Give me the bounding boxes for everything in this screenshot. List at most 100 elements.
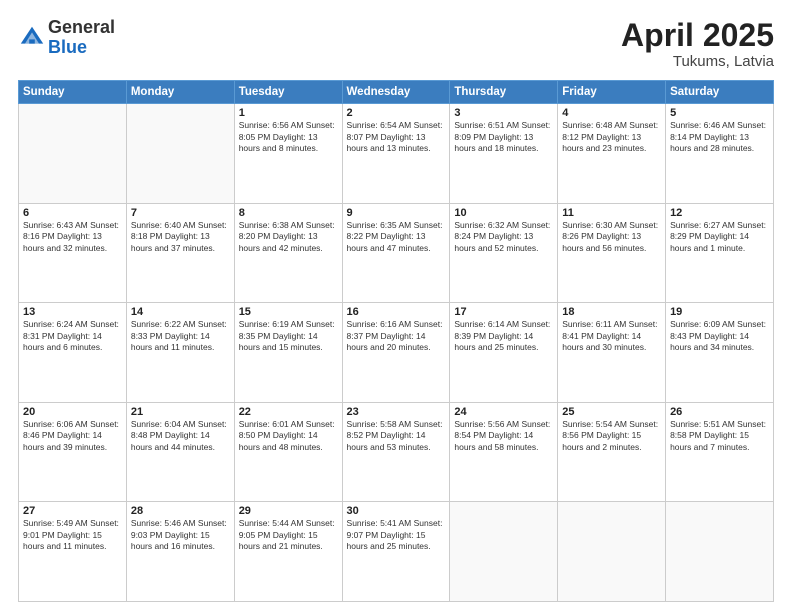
day-number: 11 <box>562 207 661 219</box>
day-info: Sunrise: 6:16 AM Sunset: 8:37 PM Dayligh… <box>347 319 446 353</box>
day-number: 3 <box>454 107 553 119</box>
weekday-header: Saturday <box>666 81 774 104</box>
logo-blue: Blue <box>48 38 115 58</box>
day-info: Sunrise: 6:19 AM Sunset: 8:35 PM Dayligh… <box>239 319 338 353</box>
day-number: 4 <box>562 107 661 119</box>
day-info: Sunrise: 6:43 AM Sunset: 8:16 PM Dayligh… <box>23 220 122 254</box>
day-info: Sunrise: 5:56 AM Sunset: 8:54 PM Dayligh… <box>454 419 553 453</box>
calendar-cell: 13Sunrise: 6:24 AM Sunset: 8:31 PM Dayli… <box>19 303 127 403</box>
calendar: SundayMondayTuesdayWednesdayThursdayFrid… <box>18 80 774 602</box>
calendar-week-row: 27Sunrise: 5:49 AM Sunset: 9:01 PM Dayli… <box>19 502 774 602</box>
page: General Blue April 2025 Tukums, Latvia S… <box>0 0 792 612</box>
day-info: Sunrise: 5:46 AM Sunset: 9:03 PM Dayligh… <box>131 518 230 552</box>
calendar-cell <box>450 502 558 602</box>
day-number: 17 <box>454 306 553 318</box>
weekday-header: Thursday <box>450 81 558 104</box>
day-info: Sunrise: 6:54 AM Sunset: 8:07 PM Dayligh… <box>347 120 446 154</box>
day-info: Sunrise: 6:56 AM Sunset: 8:05 PM Dayligh… <box>239 120 338 154</box>
month-year: April 2025 <box>621 18 774 53</box>
calendar-week-row: 13Sunrise: 6:24 AM Sunset: 8:31 PM Dayli… <box>19 303 774 403</box>
day-info: Sunrise: 6:48 AM Sunset: 8:12 PM Dayligh… <box>562 120 661 154</box>
day-number: 8 <box>239 207 338 219</box>
calendar-cell: 1Sunrise: 6:56 AM Sunset: 8:05 PM Daylig… <box>234 104 342 204</box>
day-info: Sunrise: 6:27 AM Sunset: 8:29 PM Dayligh… <box>670 220 769 254</box>
day-number: 10 <box>454 207 553 219</box>
day-number: 1 <box>239 107 338 119</box>
day-number: 25 <box>562 406 661 418</box>
header: General Blue April 2025 Tukums, Latvia <box>18 18 774 70</box>
calendar-cell <box>666 502 774 602</box>
calendar-cell: 6Sunrise: 6:43 AM Sunset: 8:16 PM Daylig… <box>19 203 127 303</box>
calendar-cell <box>126 104 234 204</box>
weekday-header: Monday <box>126 81 234 104</box>
day-number: 20 <box>23 406 122 418</box>
calendar-cell: 12Sunrise: 6:27 AM Sunset: 8:29 PM Dayli… <box>666 203 774 303</box>
calendar-cell: 10Sunrise: 6:32 AM Sunset: 8:24 PM Dayli… <box>450 203 558 303</box>
day-number: 7 <box>131 207 230 219</box>
day-info: Sunrise: 5:41 AM Sunset: 9:07 PM Dayligh… <box>347 518 446 552</box>
calendar-week-row: 20Sunrise: 6:06 AM Sunset: 8:46 PM Dayli… <box>19 402 774 502</box>
day-info: Sunrise: 6:11 AM Sunset: 8:41 PM Dayligh… <box>562 319 661 353</box>
day-number: 28 <box>131 505 230 517</box>
calendar-cell: 27Sunrise: 5:49 AM Sunset: 9:01 PM Dayli… <box>19 502 127 602</box>
calendar-cell: 30Sunrise: 5:41 AM Sunset: 9:07 PM Dayli… <box>342 502 450 602</box>
weekday-header: Wednesday <box>342 81 450 104</box>
calendar-cell: 4Sunrise: 6:48 AM Sunset: 8:12 PM Daylig… <box>558 104 666 204</box>
calendar-cell: 14Sunrise: 6:22 AM Sunset: 8:33 PM Dayli… <box>126 303 234 403</box>
day-info: Sunrise: 5:58 AM Sunset: 8:52 PM Dayligh… <box>347 419 446 453</box>
day-number: 19 <box>670 306 769 318</box>
day-number: 6 <box>23 207 122 219</box>
day-info: Sunrise: 6:40 AM Sunset: 8:18 PM Dayligh… <box>131 220 230 254</box>
day-info: Sunrise: 6:14 AM Sunset: 8:39 PM Dayligh… <box>454 319 553 353</box>
calendar-header-row: SundayMondayTuesdayWednesdayThursdayFrid… <box>19 81 774 104</box>
day-number: 26 <box>670 406 769 418</box>
calendar-cell <box>19 104 127 204</box>
calendar-cell: 25Sunrise: 5:54 AM Sunset: 8:56 PM Dayli… <box>558 402 666 502</box>
day-number: 23 <box>347 406 446 418</box>
location: Tukums, Latvia <box>621 53 774 70</box>
calendar-cell: 20Sunrise: 6:06 AM Sunset: 8:46 PM Dayli… <box>19 402 127 502</box>
day-info: Sunrise: 5:49 AM Sunset: 9:01 PM Dayligh… <box>23 518 122 552</box>
day-info: Sunrise: 6:51 AM Sunset: 8:09 PM Dayligh… <box>454 120 553 154</box>
logo-general: General <box>48 18 115 38</box>
calendar-cell: 2Sunrise: 6:54 AM Sunset: 8:07 PM Daylig… <box>342 104 450 204</box>
day-info: Sunrise: 6:09 AM Sunset: 8:43 PM Dayligh… <box>670 319 769 353</box>
calendar-cell: 23Sunrise: 5:58 AM Sunset: 8:52 PM Dayli… <box>342 402 450 502</box>
title-block: April 2025 Tukums, Latvia <box>621 18 774 70</box>
weekday-header: Friday <box>558 81 666 104</box>
calendar-cell: 18Sunrise: 6:11 AM Sunset: 8:41 PM Dayli… <box>558 303 666 403</box>
calendar-week-row: 6Sunrise: 6:43 AM Sunset: 8:16 PM Daylig… <box>19 203 774 303</box>
day-number: 13 <box>23 306 122 318</box>
calendar-cell: 5Sunrise: 6:46 AM Sunset: 8:14 PM Daylig… <box>666 104 774 204</box>
day-info: Sunrise: 5:44 AM Sunset: 9:05 PM Dayligh… <box>239 518 338 552</box>
calendar-cell: 26Sunrise: 5:51 AM Sunset: 8:58 PM Dayli… <box>666 402 774 502</box>
calendar-cell: 21Sunrise: 6:04 AM Sunset: 8:48 PM Dayli… <box>126 402 234 502</box>
calendar-cell: 28Sunrise: 5:46 AM Sunset: 9:03 PM Dayli… <box>126 502 234 602</box>
day-number: 9 <box>347 207 446 219</box>
weekday-header: Tuesday <box>234 81 342 104</box>
day-info: Sunrise: 6:04 AM Sunset: 8:48 PM Dayligh… <box>131 419 230 453</box>
day-number: 27 <box>23 505 122 517</box>
calendar-cell: 24Sunrise: 5:56 AM Sunset: 8:54 PM Dayli… <box>450 402 558 502</box>
calendar-cell: 22Sunrise: 6:01 AM Sunset: 8:50 PM Dayli… <box>234 402 342 502</box>
calendar-cell: 17Sunrise: 6:14 AM Sunset: 8:39 PM Dayli… <box>450 303 558 403</box>
calendar-cell: 29Sunrise: 5:44 AM Sunset: 9:05 PM Dayli… <box>234 502 342 602</box>
day-info: Sunrise: 6:22 AM Sunset: 8:33 PM Dayligh… <box>131 319 230 353</box>
day-number: 24 <box>454 406 553 418</box>
calendar-week-row: 1Sunrise: 6:56 AM Sunset: 8:05 PM Daylig… <box>19 104 774 204</box>
day-number: 22 <box>239 406 338 418</box>
calendar-cell: 7Sunrise: 6:40 AM Sunset: 8:18 PM Daylig… <box>126 203 234 303</box>
logo: General Blue <box>18 18 115 58</box>
calendar-cell: 9Sunrise: 6:35 AM Sunset: 8:22 PM Daylig… <box>342 203 450 303</box>
day-info: Sunrise: 6:06 AM Sunset: 8:46 PM Dayligh… <box>23 419 122 453</box>
calendar-cell: 8Sunrise: 6:38 AM Sunset: 8:20 PM Daylig… <box>234 203 342 303</box>
calendar-cell: 19Sunrise: 6:09 AM Sunset: 8:43 PM Dayli… <box>666 303 774 403</box>
day-number: 5 <box>670 107 769 119</box>
day-number: 14 <box>131 306 230 318</box>
logo-text: General Blue <box>48 18 115 58</box>
weekday-header: Sunday <box>19 81 127 104</box>
calendar-cell: 16Sunrise: 6:16 AM Sunset: 8:37 PM Dayli… <box>342 303 450 403</box>
calendar-cell <box>558 502 666 602</box>
day-info: Sunrise: 6:30 AM Sunset: 8:26 PM Dayligh… <box>562 220 661 254</box>
day-info: Sunrise: 5:51 AM Sunset: 8:58 PM Dayligh… <box>670 419 769 453</box>
